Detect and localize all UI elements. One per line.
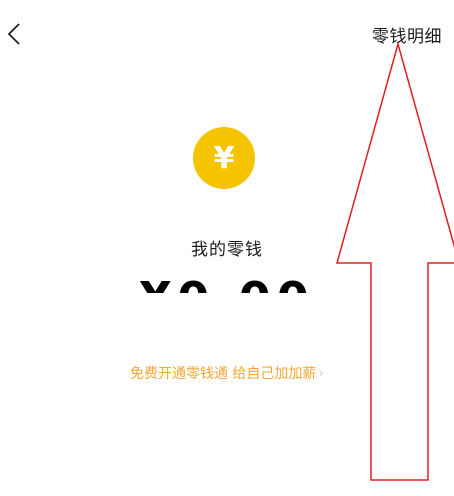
back-button[interactable] <box>0 18 28 50</box>
change-details-link[interactable]: 零钱明细 <box>372 22 442 47</box>
balance-label: 我的零钱 <box>191 240 263 260</box>
change-wallet-page: 零钱明细 ¥ 我的零钱 ¥0.00 免费开通零钱通 给自己加加薪› <box>0 0 454 496</box>
balance-amount: ¥0.00 <box>0 276 454 293</box>
coin-symbol: ¥ <box>213 140 235 176</box>
yen-coin-icon: ¥ <box>193 127 255 189</box>
enable-lingqiantong-link[interactable]: 免费开通零钱通 给自己加加薪 › <box>0 363 454 383</box>
chevron-left-icon <box>7 23 20 45</box>
chevron-right-icon: › <box>318 366 325 382</box>
promo-link-label: 免费开通零钱通 给自己加加薪 <box>129 366 317 382</box>
balance-amount-container: ¥0.00 <box>0 262 454 293</box>
